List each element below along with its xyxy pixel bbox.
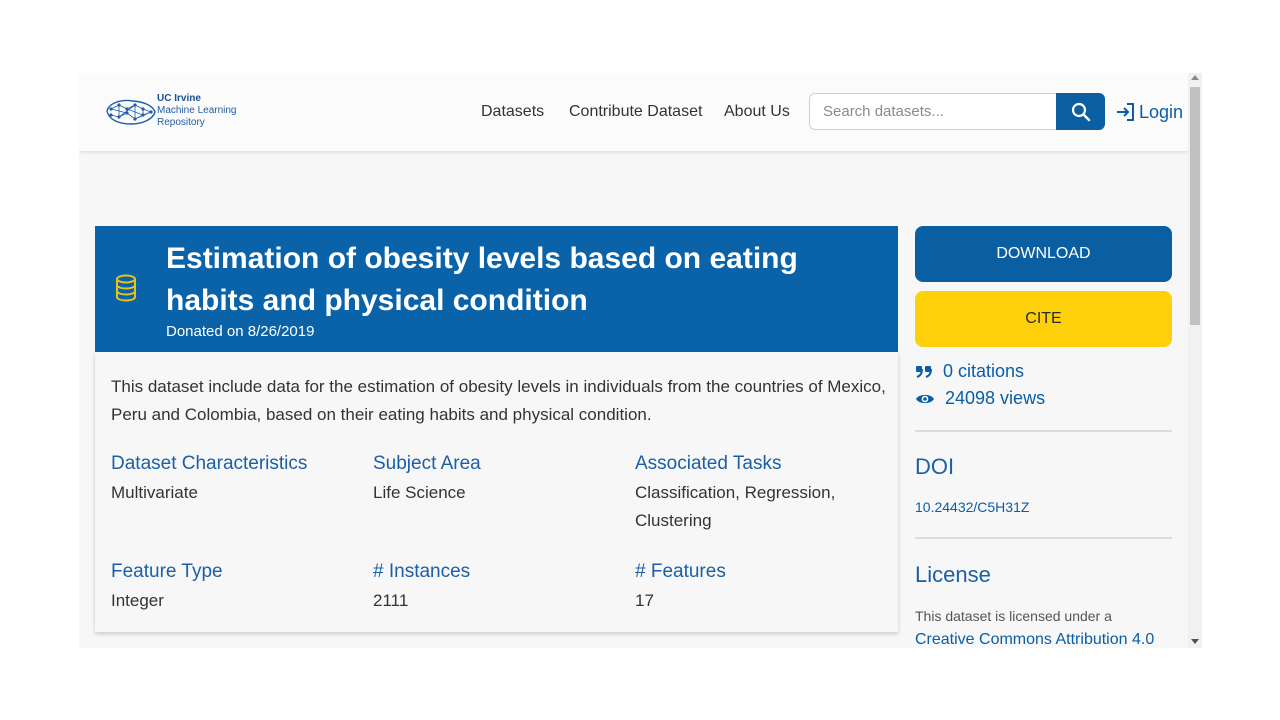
browser-viewport: UC Irvine Machine Learning Repository Da… [79, 73, 1202, 648]
sidebar-divider [915, 430, 1172, 432]
attr-value: Integer [111, 591, 164, 610]
login-link[interactable]: Login [1115, 99, 1183, 125]
attr-label: # Features [635, 561, 726, 582]
login-icon [1117, 103, 1134, 121]
attr-instances: # Instances 2111 [373, 559, 623, 615]
dataset-title-banner: Estimation of obesity levels based on ea… [95, 226, 898, 352]
attr-value: Multivariate [111, 483, 198, 502]
attr-associated-tasks: Associated Tasks Classification, Regress… [635, 451, 855, 535]
dataset-info-card: This dataset include data for the estima… [95, 352, 898, 632]
search-button[interactable] [1056, 93, 1105, 130]
logo-line-3: Repository [157, 117, 205, 128]
attr-value: 2111 [373, 591, 409, 610]
logo-line-1: UC Irvine [157, 93, 201, 104]
donated-date: Donated on 8/26/2019 [166, 323, 315, 340]
scrollbar-thumb[interactable] [1190, 87, 1200, 325]
attr-value: Classification, Regression, Clustering [635, 483, 836, 530]
attr-feature-type: Feature Type Integer [111, 559, 361, 615]
cite-button[interactable]: CITE [915, 291, 1172, 347]
citations-count: 0 citations [943, 361, 1025, 381]
nav-contribute-dataset[interactable]: Contribute Dataset [569, 103, 702, 121]
scroll-up-arrow-icon[interactable] [1191, 75, 1199, 80]
quote-icon [916, 365, 932, 378]
search-icon [1071, 102, 1090, 121]
eye-icon [916, 394, 934, 403]
views-count: 24098 views [945, 388, 1046, 408]
network-brain-icon [106, 99, 156, 125]
search-input[interactable] [809, 93, 1056, 130]
attr-value: 17 [635, 591, 654, 610]
attr-label: Associated Tasks [635, 453, 782, 474]
uci-ml-repo-logo[interactable]: UC Irvine Machine Learning Repository [103, 93, 237, 129]
site-header: UC Irvine Machine Learning Repository Da… [79, 73, 1188, 152]
nav-datasets[interactable]: Datasets [481, 103, 544, 121]
citations-stat[interactable]: 0 citations [915, 361, 1024, 382]
login-label: Login [1139, 101, 1184, 122]
doi-link[interactable]: 10.24432/C5H31Z [915, 499, 1029, 515]
attr-value: Life Science [373, 483, 466, 502]
sidebar-divider [915, 537, 1172, 539]
doi-heading: DOI [915, 454, 955, 479]
dataset-page: UC Irvine Machine Learning Repository Da… [79, 73, 1188, 648]
attr-subject-area: Subject Area Life Science [373, 451, 623, 507]
attr-label: Feature Type [111, 561, 223, 582]
scroll-down-arrow-icon[interactable] [1191, 639, 1199, 644]
license-heading: License [915, 562, 991, 587]
page-scrollbar[interactable] [1188, 73, 1202, 648]
nav-about-us[interactable]: About Us [724, 103, 790, 121]
download-button[interactable]: DOWNLOAD [915, 226, 1172, 282]
license-link[interactable]: Creative Commons Attribution 4.0 [915, 631, 1154, 648]
attr-features: # Features 17 [635, 559, 885, 615]
logo-line-2: Machine Learning [157, 105, 237, 116]
attr-label: Subject Area [373, 453, 481, 474]
attr-label: # Instances [373, 561, 471, 582]
database-icon [116, 274, 136, 302]
attr-dataset-characteristics: Dataset Characteristics Multivariate [111, 451, 361, 507]
dataset-title: Estimation of obesity levels based on ea… [166, 242, 798, 317]
attr-label: Dataset Characteristics [111, 453, 308, 474]
views-stat: 24098 views [915, 388, 1045, 409]
license-text: This dataset is licensed under a [915, 608, 1112, 624]
dataset-description: This dataset include data for the estima… [111, 377, 886, 424]
